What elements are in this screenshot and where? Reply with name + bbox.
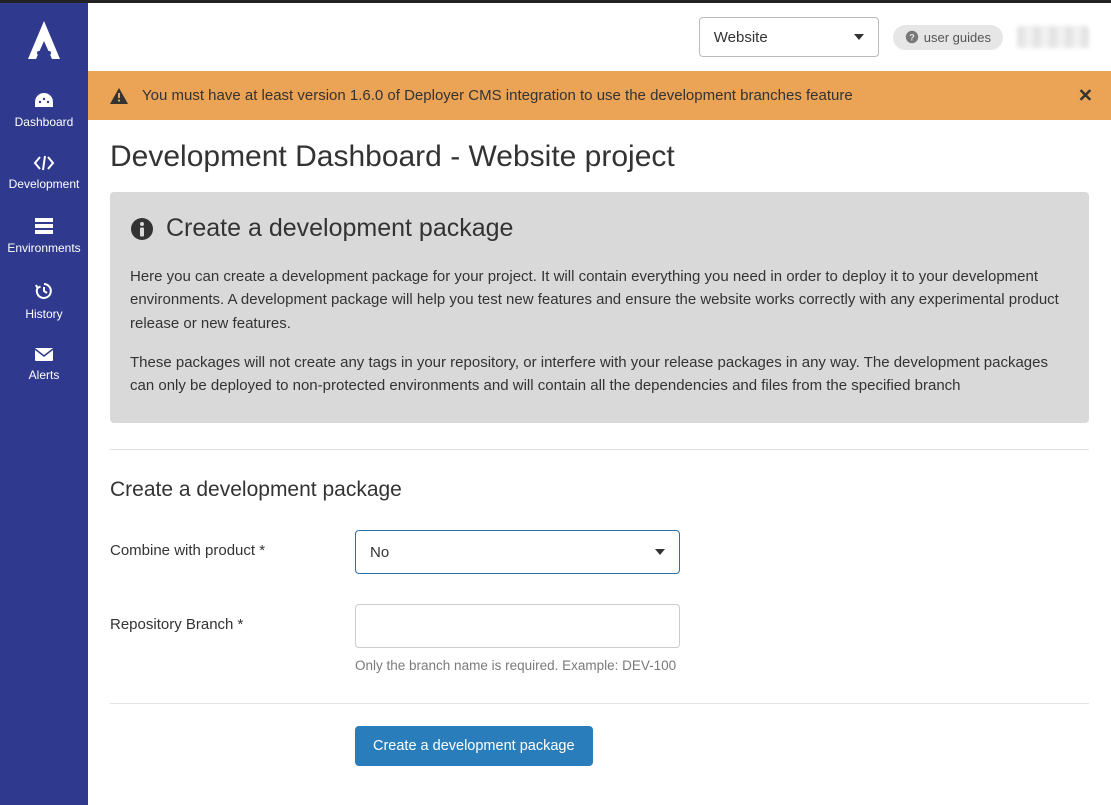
divider (110, 449, 1089, 450)
sidebar-item-environments[interactable]: Environments (0, 205, 88, 269)
info-icon (130, 217, 154, 241)
branch-helper-text: Only the branch name is required. Exampl… (355, 658, 680, 673)
sidebar-item-label: Dashboard (15, 115, 74, 129)
sidebar-item-label: History (25, 307, 62, 321)
form-row-branch: Repository Branch * Only the branch name… (110, 604, 1089, 673)
code-icon (0, 155, 88, 171)
sidebar-item-label: Environments (7, 241, 80, 255)
chevron-down-icon (854, 34, 864, 40)
warning-icon (110, 88, 128, 104)
help-icon: ? (905, 30, 919, 44)
project-select-value: Website (714, 29, 768, 46)
sidebar-item-label: Development (9, 177, 80, 191)
chevron-down-icon (655, 549, 665, 555)
svg-text:?: ? (909, 33, 915, 43)
topbar: Website ? user guides (88, 3, 1111, 71)
info-paragraph-2: These packages will not create any tags … (130, 351, 1069, 398)
info-panel: Create a development package Here you ca… (110, 192, 1089, 423)
project-select[interactable]: Website (699, 17, 879, 57)
server-icon (0, 217, 88, 235)
sidebar: Dashboard Development Environments (0, 3, 88, 805)
form-section-title: Create a development package (110, 478, 1089, 502)
user-guides-button[interactable]: ? user guides (893, 25, 1003, 50)
sidebar-item-label: Alerts (29, 368, 60, 382)
history-icon (0, 281, 88, 301)
create-package-button[interactable]: Create a development package (355, 726, 593, 766)
warning-text: You must have at least version 1.6.0 of … (142, 87, 853, 104)
branch-label: Repository Branch * (110, 604, 355, 633)
main-content: Website ? user guides You must have at l… (88, 3, 1111, 805)
sidebar-item-alerts[interactable]: Alerts (0, 335, 88, 396)
info-paragraph-1: Here you can create a development packag… (130, 265, 1069, 335)
app-logo (24, 19, 64, 63)
sidebar-item-history[interactable]: History (0, 269, 88, 335)
sidebar-item-dashboard[interactable]: Dashboard (0, 79, 88, 143)
combine-select-value: No (370, 544, 389, 561)
warning-banner: You must have at least version 1.6.0 of … (88, 71, 1111, 120)
sidebar-item-development[interactable]: Development (0, 143, 88, 205)
form-row-combine: Combine with product * No (110, 530, 1089, 574)
user-identity-redacted (1017, 26, 1089, 48)
combine-select[interactable]: No (355, 530, 680, 574)
submit-row: Create a development package (110, 703, 1089, 766)
combine-label: Combine with product * (110, 530, 355, 559)
info-heading: Create a development package (166, 214, 513, 243)
branch-input[interactable] (355, 604, 680, 648)
user-guides-label: user guides (924, 30, 991, 45)
dashboard-icon (0, 91, 88, 109)
page-title: Development Dashboard - Website project (110, 140, 1089, 174)
close-icon[interactable]: ✕ (1078, 85, 1093, 106)
mail-icon (0, 347, 88, 362)
